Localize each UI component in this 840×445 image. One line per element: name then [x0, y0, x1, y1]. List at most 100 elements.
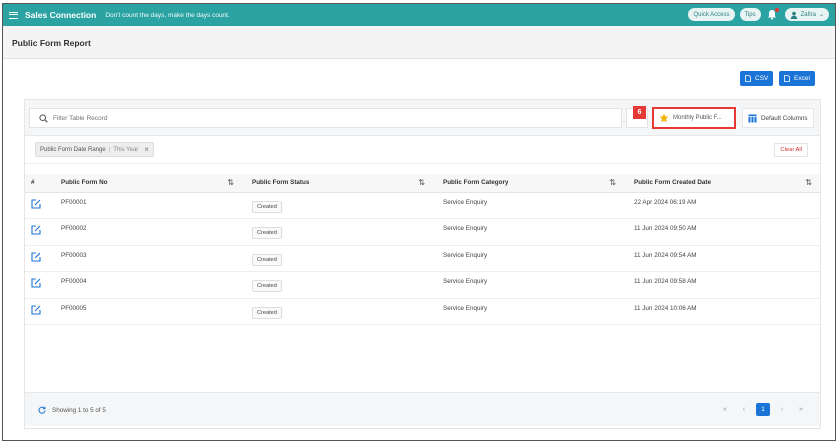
created-date-cell: 11 Jun 2024 09:50 AM: [624, 218, 820, 246]
edit-icon[interactable]: [31, 304, 41, 315]
saved-filter-label: Monthly Public F...: [673, 115, 722, 121]
chip-separator: |: [108, 146, 111, 153]
refresh-icon[interactable]: [38, 406, 46, 414]
report-table: # Public Form No ⇅ Public Form Status ⇅ Pu…: [25, 174, 820, 325]
search-input[interactable]: [53, 114, 593, 122]
close-icon[interactable]: ×: [144, 145, 149, 154]
saved-filter-button[interactable]: Monthly Public F...: [652, 107, 736, 129]
status-cell: Created: [242, 218, 433, 246]
edit-cell: [25, 271, 51, 299]
table-row: PF00001 Created Service Enquiry 22 Apr 2…: [25, 192, 820, 219]
app-frame: Sales Connection Don't count the days, m…: [2, 3, 836, 441]
clear-all-button[interactable]: Clear All: [774, 143, 808, 157]
excel-label: Excel: [794, 75, 810, 82]
tagline: Don't count the days, make the days coun…: [105, 11, 230, 19]
csv-export-button[interactable]: CSV: [740, 71, 774, 86]
edit-cell: [25, 192, 51, 219]
page-title: Public Form Report: [12, 38, 91, 48]
category-cell: Service Enquiry: [433, 271, 624, 299]
category-cell: Service Enquiry: [433, 298, 624, 325]
column-header-label: Public Form Category: [443, 179, 509, 187]
search-box[interactable]: [29, 108, 622, 128]
report-card: 6 Monthly Public F... Default Columns Pu…: [24, 99, 821, 429]
chevron-down-icon: ⌄: [818, 12, 824, 18]
filter-bar: 6 Monthly Public F... Default Columns: [25, 100, 820, 136]
column-header-form-no[interactable]: Public Form No ⇅: [51, 174, 242, 193]
edit-cell: [25, 298, 51, 325]
created-date-cell: 11 Jun 2024 10:06 AM: [624, 298, 820, 325]
status-badge: Created: [252, 200, 282, 213]
category-cell: Service Enquiry: [433, 192, 624, 219]
step-badge: 6: [633, 106, 646, 119]
status-badge: Created: [252, 253, 282, 266]
created-date-cell: 22 Apr 2024 06:19 AM: [624, 192, 820, 219]
search-icon: [39, 113, 48, 123]
last-page-button[interactable]: »: [794, 406, 808, 413]
csv-label: CSV: [755, 75, 769, 82]
date-range-chip[interactable]: Public Form Date Range | This Year ×: [35, 142, 154, 157]
created-date-cell: 11 Jun 2024 09:58 AM: [624, 271, 820, 299]
tips-button[interactable]: Tips: [739, 8, 761, 21]
created-date-cell: 11 Jun 2024 09:54 AM: [624, 245, 820, 272]
first-page-button[interactable]: «: [718, 406, 732, 413]
form-no-cell: PF00002: [51, 218, 242, 246]
category-cell: Service Enquiry: [433, 245, 624, 272]
chip-label: Public Form Date Range: [40, 146, 106, 153]
brand-name[interactable]: Sales Connection: [25, 10, 96, 20]
menu-icon: [8, 11, 18, 19]
column-header-label: Public Form No: [61, 179, 108, 187]
status-badge: Created: [252, 227, 282, 239]
file-icon: [745, 75, 751, 82]
table-row: PF00003 Created Service Enquiry 11 Jun 2…: [25, 245, 820, 272]
column-header-category[interactable]: Public Form Category ⇅: [433, 174, 624, 193]
column-header-index: #: [25, 174, 51, 193]
table-row: PF00005 Created Service Enquiry 11 Jun 2…: [25, 298, 820, 325]
column-header-label: Public Form Created Date: [634, 179, 711, 187]
category-cell: Service Enquiry: [433, 218, 624, 246]
table-header-row: # Public Form No ⇅ Public Form Status ⇅ Pu…: [25, 174, 820, 193]
edit-cell: [25, 218, 51, 246]
user-name: Zafira: [800, 11, 816, 18]
status-cell: Created: [242, 245, 433, 272]
status-badge: Created: [252, 306, 282, 319]
notification-dot: [774, 8, 779, 12]
pagination: « ‹ 1 › »: [718, 403, 808, 416]
user-menu[interactable]: Zafira ⌄: [784, 8, 829, 21]
column-header-created-date[interactable]: Public Form Created Date ⇅: [624, 174, 820, 193]
form-no-cell: PF00004: [51, 271, 242, 299]
default-columns-button[interactable]: Default Columns: [742, 108, 814, 128]
sort-icon[interactable]: ⇅: [805, 178, 812, 187]
default-columns-label: Default Columns: [761, 114, 808, 122]
menu-button[interactable]: [3, 4, 23, 26]
edit-icon[interactable]: [31, 251, 41, 262]
edit-icon[interactable]: [31, 278, 41, 288]
star-icon: [659, 113, 669, 123]
active-filters: Public Form Date Range | This Year × Cle…: [25, 136, 820, 164]
edit-icon[interactable]: [31, 198, 41, 209]
showing-label: Showing 1 to 5 of 5: [52, 406, 106, 414]
excel-export-button[interactable]: Excel: [779, 71, 815, 86]
sort-icon[interactable]: ⇅: [418, 178, 425, 187]
quick-access-button[interactable]: Quick Access: [688, 8, 735, 21]
status-badge: Created: [252, 280, 282, 292]
table-row: PF00002 Created Service Enquiry 11 Jun 2…: [25, 218, 820, 246]
sort-icon[interactable]: ⇅: [609, 178, 616, 187]
page-1-button[interactable]: 1: [756, 403, 770, 416]
status-cell: Created: [242, 298, 433, 325]
notification-bell-icon[interactable]: [766, 8, 780, 21]
next-page-button[interactable]: ›: [775, 406, 789, 413]
edit-icon[interactable]: [31, 225, 41, 235]
columns-icon: [748, 114, 757, 122]
record-count: Showing 1 to 5 of 5: [38, 406, 106, 414]
column-header-status[interactable]: Public Form Status ⇅: [242, 174, 433, 193]
table-footer: Showing 1 to 5 of 5 « ‹ 1 › »: [25, 392, 820, 426]
form-no-cell: PF00005: [51, 298, 242, 325]
form-no-cell: PF00003: [51, 245, 242, 272]
sort-icon[interactable]: ⇅: [227, 178, 234, 187]
table-row: PF00004 Created Service Enquiry 11 Jun 2…: [25, 271, 820, 299]
edit-cell: [25, 245, 51, 272]
column-header-label: Public Form Status: [252, 179, 310, 187]
status-cell: Created: [242, 271, 433, 299]
prev-page-button[interactable]: ‹: [737, 406, 751, 413]
chip-value: This Year: [113, 146, 139, 153]
